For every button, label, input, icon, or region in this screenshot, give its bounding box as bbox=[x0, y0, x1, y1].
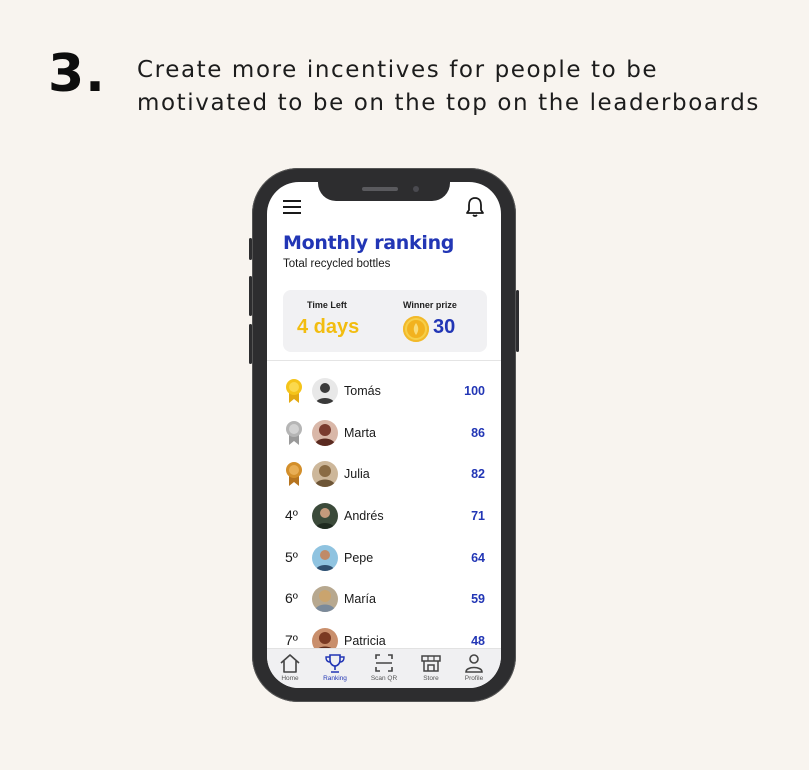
leaderboard-row[interactable]: 4º Andrés 71 bbox=[267, 501, 501, 531]
leaderboard-row[interactable]: Tomás 100 bbox=[267, 376, 501, 406]
profile-icon bbox=[465, 654, 483, 673]
trophy-icon bbox=[325, 654, 345, 673]
rank-position: 4º bbox=[285, 507, 298, 523]
scan-qr-icon bbox=[375, 654, 393, 672]
nav-home[interactable]: Home bbox=[270, 652, 310, 688]
avatar bbox=[312, 503, 338, 529]
page-title: Monthly ranking bbox=[283, 232, 455, 254]
gold-medal-icon bbox=[286, 379, 302, 403]
player-score: 82 bbox=[471, 467, 485, 481]
avatar bbox=[312, 586, 338, 612]
time-left-label: Time Left bbox=[307, 300, 347, 310]
nav-scan-qr[interactable]: Scan QR bbox=[364, 652, 404, 688]
bronze-medal-icon bbox=[286, 462, 302, 486]
player-name: María bbox=[344, 592, 376, 606]
player-name: Andrés bbox=[344, 509, 384, 523]
player-name: Patricia bbox=[344, 634, 386, 648]
time-left-value: 4 days bbox=[297, 316, 360, 338]
player-name: Marta bbox=[344, 426, 376, 440]
bottom-navigation: Home Ranking Scan QR Store Profile bbox=[267, 648, 501, 688]
player-score: 71 bbox=[471, 509, 485, 523]
avatar bbox=[312, 461, 338, 487]
rank-position: 5º bbox=[285, 549, 298, 565]
app-screen: Monthly ranking Total recycled bottles T… bbox=[267, 182, 501, 688]
divider bbox=[267, 360, 501, 361]
nav-ranking-label: Ranking bbox=[323, 675, 347, 682]
hamburger-menu-icon[interactable] bbox=[283, 200, 301, 214]
avatar bbox=[312, 545, 338, 571]
player-name: Julia bbox=[344, 467, 370, 481]
nav-profile[interactable]: Profile bbox=[454, 652, 494, 688]
nav-home-label: Home bbox=[281, 675, 299, 682]
rank-position: 7º bbox=[285, 632, 298, 648]
nav-profile-label: Profile bbox=[464, 675, 484, 682]
home-icon bbox=[280, 654, 300, 673]
avatar bbox=[312, 378, 338, 404]
player-score: 48 bbox=[471, 634, 485, 648]
store-icon bbox=[421, 655, 441, 672]
player-score: 86 bbox=[471, 426, 485, 440]
bell-icon[interactable] bbox=[465, 196, 485, 218]
leaderboard-row[interactable]: 5º Pepe 64 bbox=[267, 543, 501, 573]
step-description: Create more incentives for people to be … bbox=[137, 57, 761, 116]
player-score: 100 bbox=[464, 384, 485, 398]
silver-medal-icon bbox=[286, 421, 302, 445]
coin-icon bbox=[403, 316, 429, 342]
leaderboard-row[interactable]: 6º María 59 bbox=[267, 584, 501, 614]
ranking-info-card: Time Left 4 days Winner prize 30 bbox=[283, 290, 487, 352]
nav-scan-qr-label: Scan QR bbox=[370, 675, 398, 682]
player-name: Pepe bbox=[344, 551, 374, 565]
player-score: 64 bbox=[471, 551, 485, 565]
winner-prize-value: 30 bbox=[433, 316, 456, 338]
phone-mockup: Monthly ranking Total recycled bottles T… bbox=[249, 168, 519, 702]
nav-store[interactable]: Store bbox=[411, 652, 451, 688]
phone-notch bbox=[318, 182, 450, 201]
nav-ranking[interactable]: Ranking bbox=[315, 652, 355, 688]
leaderboard-row[interactable]: Marta 86 bbox=[267, 418, 501, 448]
avatar bbox=[312, 420, 338, 446]
page-subtitle: Total recycled bottles bbox=[283, 258, 391, 270]
nav-store-label: Store bbox=[423, 675, 439, 682]
step-number: 3. bbox=[48, 44, 106, 104]
leaderboard-row[interactable]: Julia 82 bbox=[267, 459, 501, 489]
winner-prize-label: Winner prize bbox=[403, 300, 457, 310]
rank-position: 6º bbox=[285, 590, 298, 606]
player-name: Tomás bbox=[344, 384, 381, 398]
player-score: 59 bbox=[471, 592, 485, 606]
